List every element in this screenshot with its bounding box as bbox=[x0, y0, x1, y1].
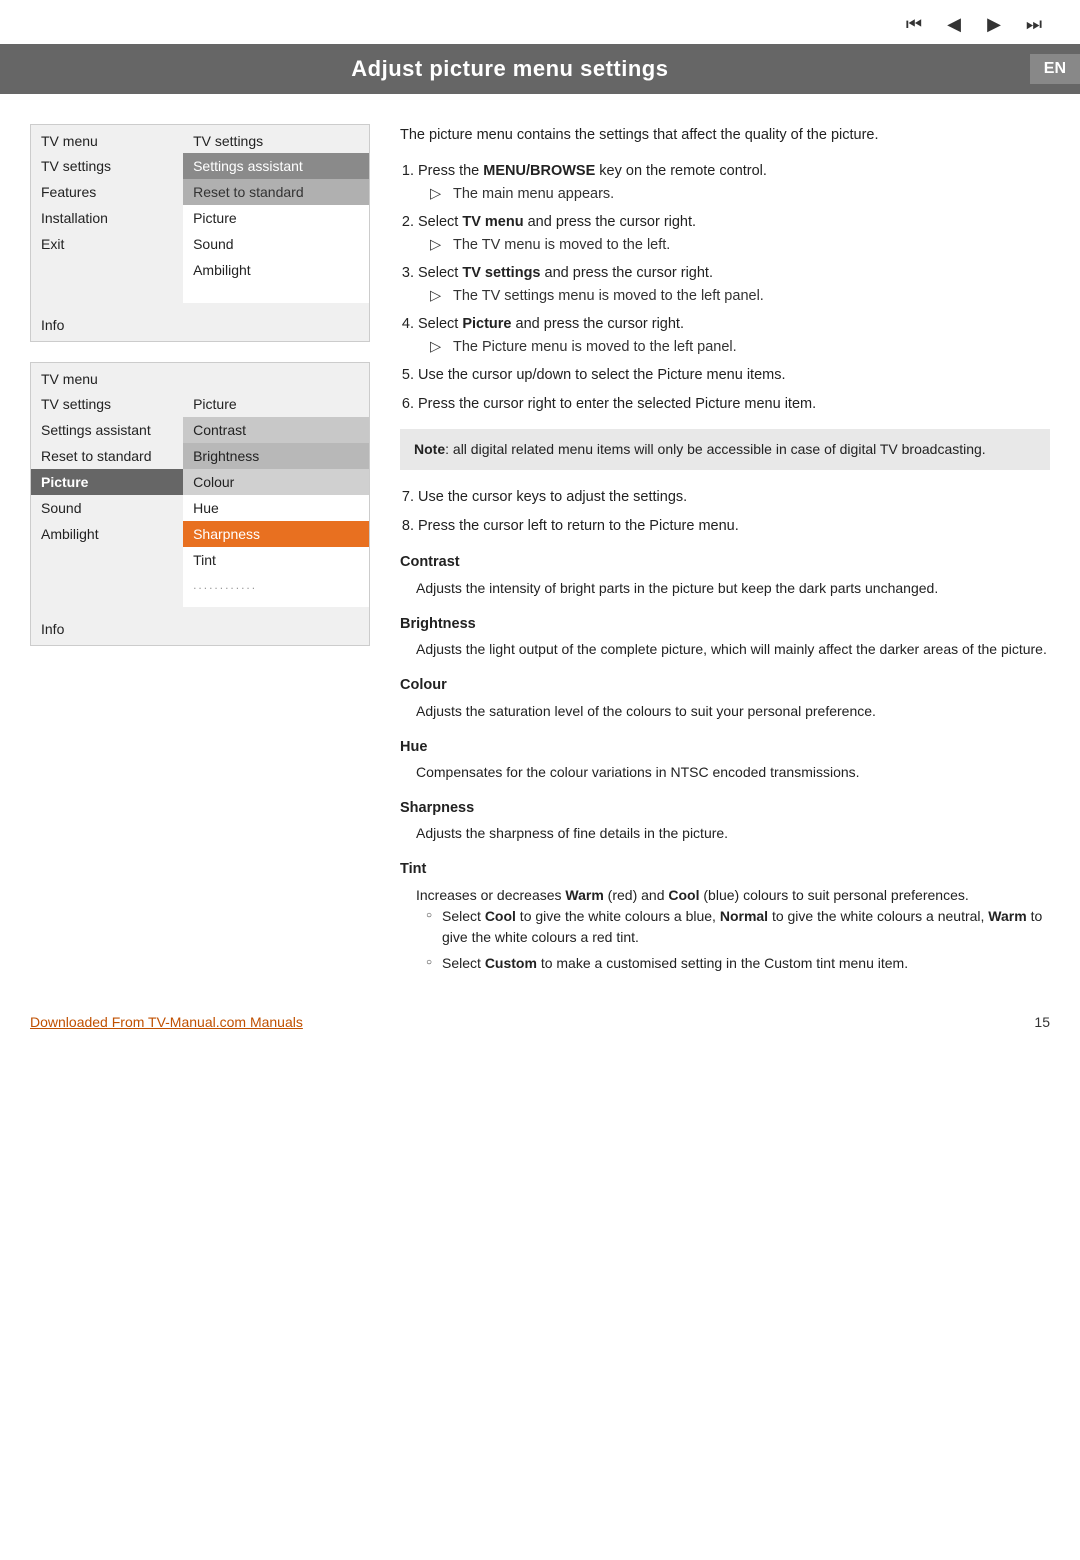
step-2-sub: ▷ The TV menu is moved to the left. bbox=[430, 234, 1050, 256]
title-bar: Adjust picture menu settings EN bbox=[0, 44, 1080, 94]
page-title: Adjust picture menu settings bbox=[0, 56, 1020, 82]
menu1-info-text: Info bbox=[31, 303, 369, 341]
skip-forward-btn[interactable]: ⏭ bbox=[1018, 10, 1050, 38]
section-tint-body: Increases or decreases Warm (red) and Co… bbox=[416, 885, 1050, 974]
menu-box-2: TV menu TV settings Picture Settings ass… bbox=[30, 362, 370, 646]
menu1-header-right: TV settings bbox=[183, 125, 369, 153]
section-brightness-body: Adjusts the light output of the complete… bbox=[416, 639, 1050, 660]
menu1-header: TV menu TV settings bbox=[31, 125, 369, 153]
menu2-empty-1 bbox=[31, 597, 369, 607]
menu1-row-1[interactable]: TV settings Settings assistant bbox=[31, 153, 369, 179]
menu2-row-5[interactable]: Ambilight Sharpness bbox=[31, 521, 369, 547]
step-4: Select Picture and press the cursor righ… bbox=[418, 313, 1050, 358]
menu2-row-7[interactable]: ............ bbox=[31, 573, 369, 597]
menu1-header-left: TV menu bbox=[31, 125, 183, 153]
section-tint-title: Tint bbox=[400, 858, 1050, 880]
menu1-empty-1 bbox=[31, 283, 369, 293]
step-6: Press the cursor right to enter the sele… bbox=[418, 393, 1050, 415]
prev-btn[interactable]: ◀ bbox=[938, 10, 970, 38]
step-7: Use the cursor keys to adjust the settin… bbox=[418, 486, 1050, 508]
menu1-row-2[interactable]: Features Reset to standard bbox=[31, 179, 369, 205]
menu2-row-4[interactable]: Sound Hue bbox=[31, 495, 369, 521]
footer: Downloaded From TV-Manual.com Manuals 15 bbox=[0, 1004, 1080, 1048]
step-1-sub: ▷ The main menu appears. bbox=[430, 183, 1050, 205]
menu1-row-5[interactable]: Ambilight bbox=[31, 257, 369, 283]
section-contrast-body: Adjusts the intensity of bright parts in… bbox=[416, 578, 1050, 599]
footer-link[interactable]: Downloaded From TV-Manual.com Manuals bbox=[30, 1014, 303, 1030]
left-column: TV menu TV settings TV settings Settings… bbox=[30, 124, 370, 984]
menu1-row1-right: Settings assistant bbox=[183, 153, 369, 179]
menu2-row-6[interactable]: Tint bbox=[31, 547, 369, 573]
menu1-row2-right: Reset to standard bbox=[183, 179, 369, 205]
menu1-row1-left: TV settings bbox=[31, 153, 183, 179]
menu2-header-right bbox=[183, 363, 369, 391]
section-colour-body: Adjusts the saturation level of the colo… bbox=[416, 701, 1050, 722]
menu2-subheader-right: Picture bbox=[183, 391, 369, 417]
page-number: 15 bbox=[1034, 1014, 1050, 1030]
menu2-row-2[interactable]: Reset to standard Brightness bbox=[31, 443, 369, 469]
steps-list-2: Use the cursor keys to adjust the settin… bbox=[418, 486, 1050, 537]
menu2-info: Info bbox=[31, 607, 369, 645]
menu2-row-3[interactable]: Picture Colour bbox=[31, 469, 369, 495]
step-3-sub: ▷ The TV settings menu is moved to the l… bbox=[430, 285, 1050, 307]
step-5: Use the cursor up/down to select the Pic… bbox=[418, 364, 1050, 386]
step-4-sub: ▷ The Picture menu is moved to the left … bbox=[430, 336, 1050, 358]
intro-text: The picture menu contains the settings t… bbox=[400, 124, 1050, 146]
menu2-subheader-left: TV settings bbox=[31, 391, 183, 417]
menu2-subheader: TV settings Picture bbox=[31, 391, 369, 417]
menu2-header-left: TV menu bbox=[31, 363, 183, 391]
section-sharpness-body: Adjusts the sharpness of fine details in… bbox=[416, 823, 1050, 844]
section-hue-body: Compensates for the colour variations in… bbox=[416, 762, 1050, 783]
section-brightness-title: Brightness bbox=[400, 613, 1050, 635]
menu1-row-4[interactable]: Exit Sound bbox=[31, 231, 369, 257]
tint-bullet-1: Select Cool to give the white colours a … bbox=[426, 906, 1050, 948]
section-sharpness-title: Sharpness bbox=[400, 797, 1050, 819]
step-1: Press the MENU/BROWSE key on the remote … bbox=[418, 160, 1050, 205]
menu2-info-text: Info bbox=[31, 607, 369, 645]
top-nav: ⏮ ◀ ▶ ⏭ bbox=[0, 0, 1080, 44]
menu2-header: TV menu bbox=[31, 363, 369, 391]
menu1-row-3[interactable]: Installation Picture bbox=[31, 205, 369, 231]
menu1-row2-left: Features bbox=[31, 179, 183, 205]
next-btn[interactable]: ▶ bbox=[978, 10, 1010, 38]
tint-bullet-2: Select Custom to make a customised setti… bbox=[426, 953, 1050, 974]
step-2: Select TV menu and press the cursor righ… bbox=[418, 211, 1050, 256]
menu1-info: Info bbox=[31, 303, 369, 341]
menu1-empty-2 bbox=[31, 293, 369, 303]
tint-bullets: Select Cool to give the white colours a … bbox=[426, 906, 1050, 974]
steps-list: Press the MENU/BROWSE key on the remote … bbox=[418, 160, 1050, 415]
main-content: TV menu TV settings TV settings Settings… bbox=[0, 94, 1080, 1004]
section-contrast-title: Contrast bbox=[400, 551, 1050, 573]
menu-box-1: TV menu TV settings TV settings Settings… bbox=[30, 124, 370, 342]
step-3: Select TV settings and press the cursor … bbox=[418, 262, 1050, 307]
step-8: Press the cursor left to return to the P… bbox=[418, 515, 1050, 537]
note-box: Note: all digital related menu items wil… bbox=[400, 429, 1050, 470]
language-badge: EN bbox=[1030, 54, 1080, 84]
skip-back-btn[interactable]: ⏮ bbox=[898, 10, 930, 38]
menu2-row-1[interactable]: Settings assistant Contrast bbox=[31, 417, 369, 443]
right-column: The picture menu contains the settings t… bbox=[400, 124, 1050, 984]
section-colour-title: Colour bbox=[400, 674, 1050, 696]
section-hue-title: Hue bbox=[400, 736, 1050, 758]
